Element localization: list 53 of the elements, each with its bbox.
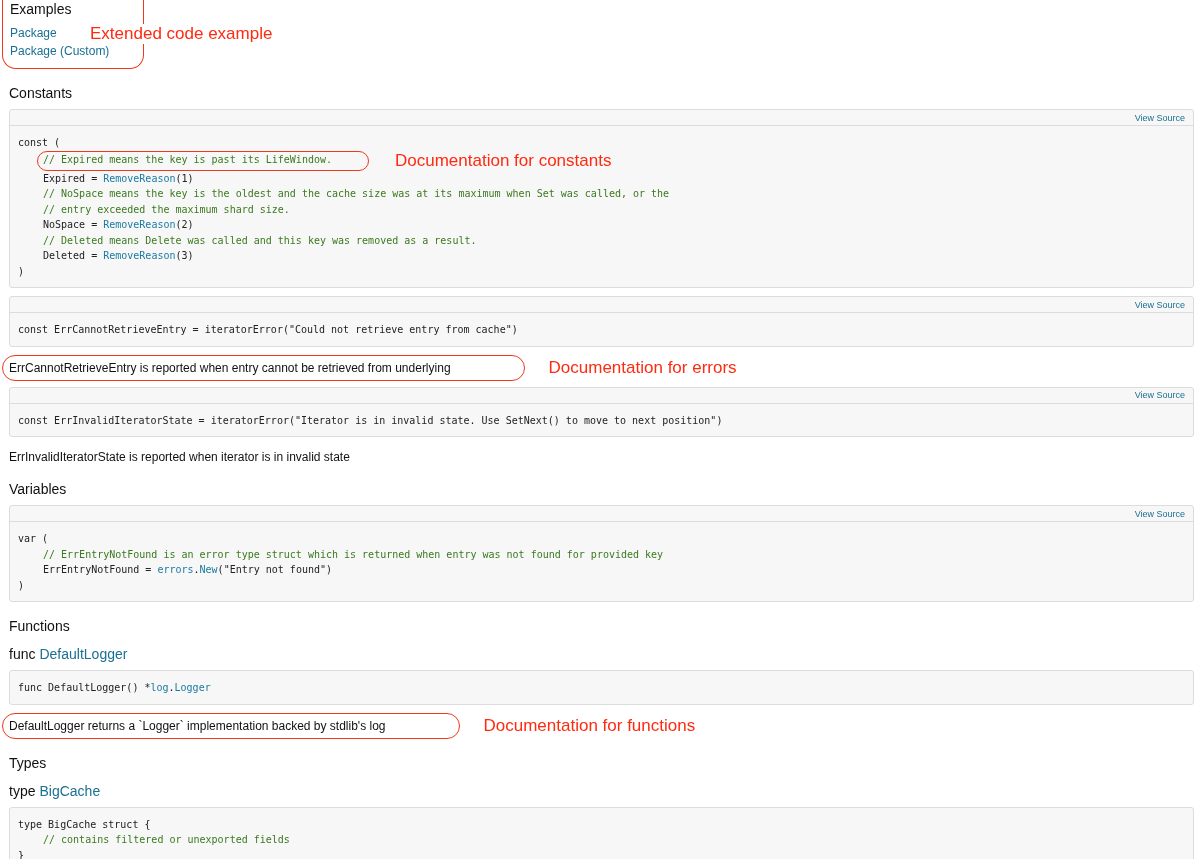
code-link[interactable]: RemoveReason <box>103 219 176 230</box>
code-text: Deleted = <box>43 250 99 261</box>
declaration-link[interactable]: DefaultLogger <box>39 646 128 662</box>
code-text: (2) <box>175 219 194 230</box>
view-source-link[interactable]: View Source <box>1134 508 1185 519</box>
example-link[interactable]: Package <box>10 24 57 42</box>
code-text: type BigCache struct { <box>18 818 151 830</box>
annotation-label: Documentation for functions <box>483 715 696 736</box>
code-link[interactable]: RemoveReason <box>103 172 176 184</box>
code-text: ) <box>18 579 25 591</box>
code-text: (1) <box>175 172 194 184</box>
code-text: NoSpace = <box>43 219 99 230</box>
code-text: ) <box>18 265 25 277</box>
section-heading: Variables <box>9 481 68 497</box>
doc-text: ErrCannotRetrieveEntry is reported when entry cannot be retrieved from underlying <box>9 359 451 376</box>
code-text: (3) <box>175 250 194 261</box>
code-link[interactable]: RemoveReason <box>103 250 176 261</box>
declaration-keyword: func <box>9 646 36 662</box>
annotation-label: Documentation for errors <box>548 357 737 378</box>
code-comment: // NoSpace means the key is the oldest and the cache size was at its maximum when Set was called, or the <box>43 188 670 199</box>
code-comment: // Expired means the key is past its LifeWindow. <box>43 153 332 165</box>
code-text: var ( <box>18 533 49 544</box>
section-heading: Examples <box>10 1 72 17</box>
code-comment: // entry exceeded the maximum shard size. <box>43 203 290 215</box>
doc-text: DefaultLogger returns a `Logger` implementation backed by stdlib's log <box>9 717 386 734</box>
code-comment: // ErrEntryNotFound is an error type struct which is returned when entry was not found for provided key <box>43 548 664 560</box>
annotation-label: Documentation for constants <box>395 150 612 171</box>
code-text: const ErrCannotRetrieveEntry = iteratorError("Could not retrieve entry from cache") <box>18 324 518 335</box>
code-link[interactable]: errors <box>157 564 194 575</box>
section-heading: Constants <box>9 85 74 101</box>
code-text: func DefaultLogger() * <box>18 682 151 693</box>
view-source-link[interactable]: View Source <box>1134 112 1185 123</box>
code-text: const ErrInvalidIteratorState = iteratorError("Iterator is in invalid state. Use SetNext() to move to next position") <box>18 414 723 426</box>
example-link[interactable]: Package (Custom) <box>10 42 110 60</box>
view-source-link[interactable]: View Source <box>1134 390 1185 400</box>
code-comment: // Deleted means Delete was called and this key was removed as a result. <box>43 234 477 246</box>
code-link[interactable]: log <box>150 682 169 693</box>
annotation-label: Extended code example <box>88 24 275 44</box>
code-text: ("Entry not found") <box>217 564 332 575</box>
doc-text: ErrInvalidIteratorState is reported when iterator is in invalid state <box>9 449 351 465</box>
section-heading: Functions <box>9 618 71 634</box>
code-text: const ( <box>18 137 61 148</box>
code-link[interactable]: New <box>199 564 218 575</box>
code-link[interactable]: Logger <box>174 682 211 693</box>
code-text: Expired = <box>43 172 99 184</box>
code-text: . <box>168 682 175 693</box>
code-text: ErrEntryNotFound = <box>43 564 153 575</box>
section-heading: Types <box>9 754 48 771</box>
declaration-link[interactable]: BigCache <box>39 782 101 799</box>
declaration-keyword: type <box>9 782 36 799</box>
code-text: . <box>193 564 200 575</box>
view-source-link[interactable]: View Source <box>1134 299 1185 310</box>
code-comment: // contains filtered or unexported fields <box>43 834 290 845</box>
